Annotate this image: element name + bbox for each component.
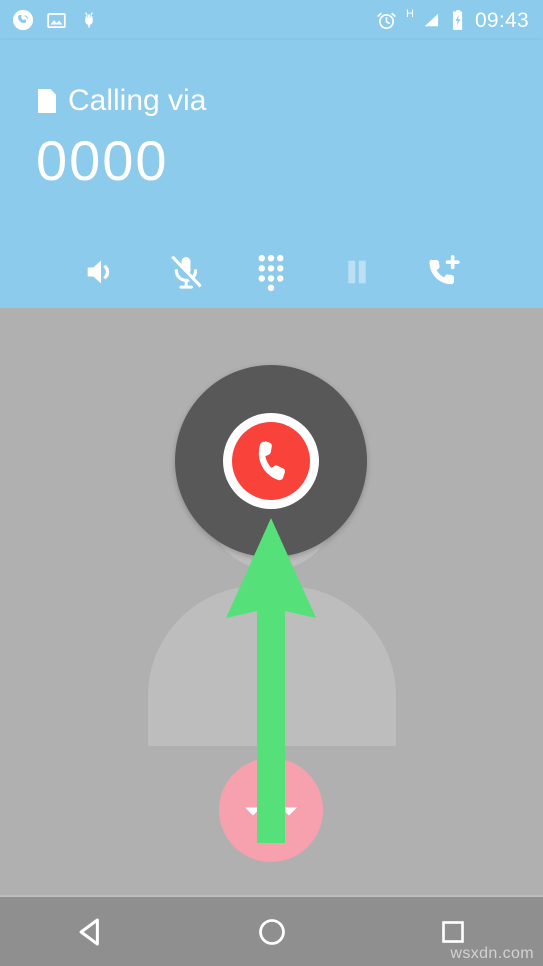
nav-home-button[interactable] [229, 901, 315, 963]
dialpad-button[interactable] [240, 241, 302, 303]
call-body [0, 308, 543, 895]
calling-via-row: Calling via [36, 86, 206, 116]
signal-h-icon: H [405, 7, 414, 20]
recents-icon [441, 920, 464, 943]
android-usb-debug-icon [79, 10, 99, 31]
mute-button[interactable] [155, 241, 217, 303]
status-bar-left-icons [12, 9, 99, 31]
hold-button[interactable] [326, 241, 388, 303]
add-call-button[interactable] [411, 241, 473, 303]
alarm-clock-icon [376, 10, 397, 31]
pause-icon [339, 253, 375, 291]
status-bar-right-icons: H 09:43 [376, 7, 529, 32]
phone-number: 0000 [36, 129, 169, 192]
mic-muted-icon [166, 252, 206, 292]
swipe-up-handle-icon [245, 807, 297, 816]
end-call-ring [223, 413, 319, 509]
status-bar-clock: 09:43 [474, 8, 529, 32]
add-call-icon [422, 252, 462, 292]
home-icon [258, 918, 285, 945]
phone-screen: H 09:43 Calling via 0000 wsxdn.com [0, 0, 543, 966]
call-controls-row [0, 237, 543, 307]
screenshot-image-icon [46, 10, 67, 31]
site-watermark: wsxdn.com [450, 945, 534, 962]
speaker-button[interactable] [70, 241, 132, 303]
nav-back-button[interactable] [48, 901, 134, 963]
avatar-shoulders [148, 586, 396, 746]
status-bar: H 09:43 [0, 0, 543, 40]
dialpad-icon [252, 252, 290, 292]
calling-via-label: Calling via [68, 84, 207, 117]
phone-in-call-icon [12, 9, 34, 31]
call-header: Calling via 0000 [0, 40, 543, 308]
sim-card-icon [36, 87, 58, 115]
swipe-up-handle[interactable] [219, 758, 323, 862]
battery-charging-icon [451, 9, 465, 31]
speaker-icon [81, 252, 121, 292]
signal-bars-icon [420, 10, 442, 30]
back-icon [79, 917, 99, 946]
end-call-button[interactable] [175, 365, 367, 557]
end-call-icon [232, 422, 310, 500]
